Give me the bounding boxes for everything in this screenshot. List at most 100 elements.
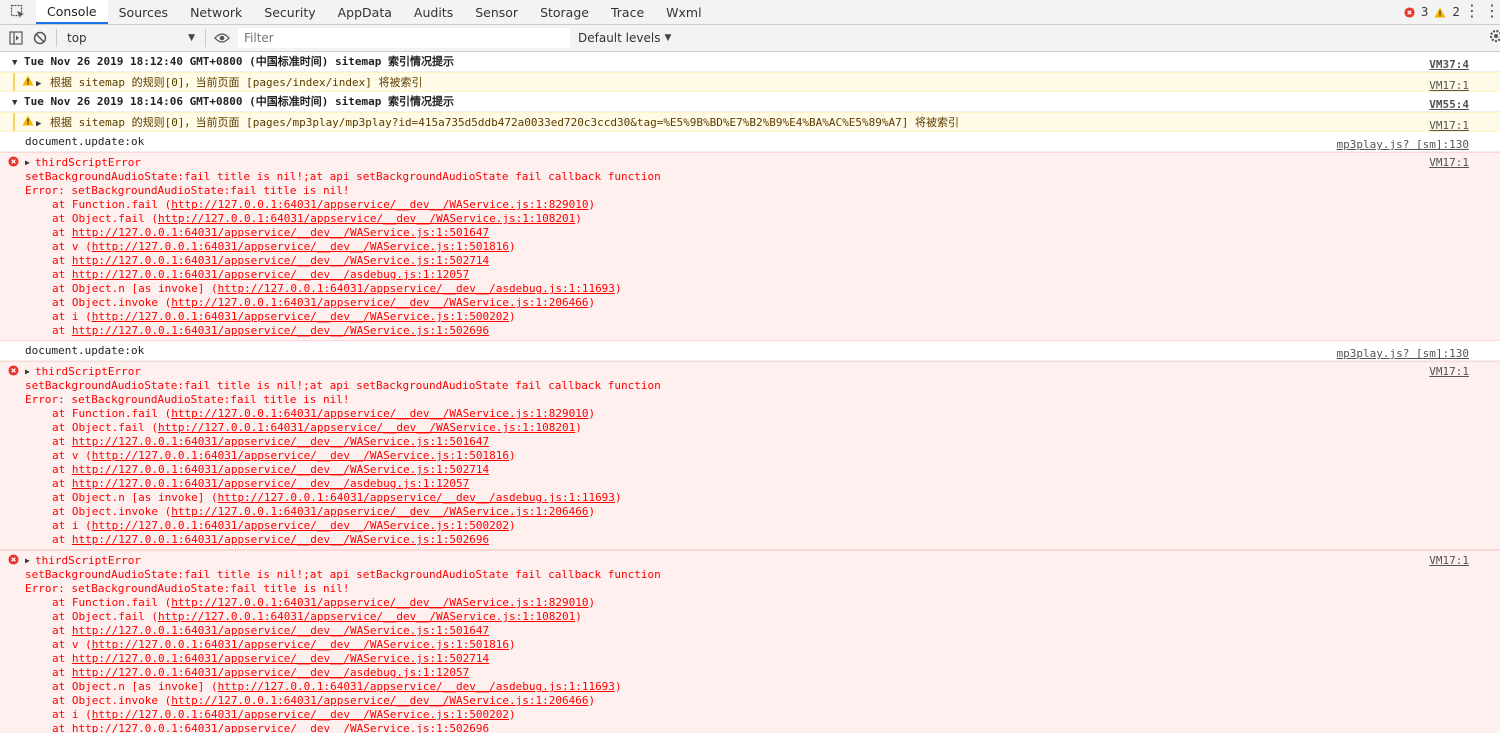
inspect-element-icon[interactable] bbox=[0, 0, 36, 24]
stack-frame-link[interactable]: http://127.0.0.1:64031/appservice/__dev_… bbox=[171, 407, 588, 420]
stack-frame-prefix: at Object.invoke ( bbox=[52, 296, 172, 309]
stack-frame-link[interactable]: http://127.0.0.1:64031/appservice/__dev_… bbox=[171, 596, 588, 609]
stack-frame-prefix: at i ( bbox=[52, 519, 92, 532]
stack-frame-link[interactable]: http://127.0.0.1:64031/appservice/__dev_… bbox=[171, 694, 588, 707]
context-selector[interactable]: top ▼ bbox=[61, 28, 201, 48]
stack-frame-link[interactable]: http://127.0.0.1:64031/appservice/__dev_… bbox=[158, 610, 575, 623]
stack-frame: at http://127.0.0.1:64031/appservice/__d… bbox=[25, 268, 1500, 282]
stack-frame-prefix: at Function.fail ( bbox=[52, 596, 172, 609]
stack-frame-prefix: at bbox=[52, 666, 72, 679]
triangle-right-icon[interactable]: ▶ bbox=[25, 156, 35, 170]
triangle-right-icon[interactable]: ▶ bbox=[25, 554, 35, 568]
tab-audits[interactable]: Audits bbox=[403, 0, 464, 24]
error-title-line[interactable]: ▶ thirdScriptError bbox=[25, 365, 1500, 379]
error-title: thirdScriptError bbox=[35, 156, 141, 169]
triangle-down-icon[interactable]: ▼ bbox=[12, 93, 24, 113]
stack-frame-link[interactable]: http://127.0.0.1:64031/appservice/__dev_… bbox=[72, 722, 489, 733]
stack-frame-link[interactable]: http://127.0.0.1:64031/appservice/__dev_… bbox=[92, 519, 509, 532]
stack-frame-prefix: at Object.n [as invoke] ( bbox=[52, 491, 218, 504]
more-options-icon[interactable]: ⋮ bbox=[1464, 3, 1480, 19]
show-sidebar-icon[interactable] bbox=[4, 27, 28, 49]
error-message-line: setBackgroundAudioState:fail title is ni… bbox=[25, 568, 661, 581]
stack-frame-link[interactable]: http://127.0.0.1:64031/appservice/__dev_… bbox=[72, 324, 489, 337]
log-levels-dropdown[interactable]: Default levels ▼ bbox=[578, 31, 671, 45]
stack-frame-link[interactable]: http://127.0.0.1:64031/appservice/__dev_… bbox=[72, 463, 489, 476]
console-group-header[interactable]: ▼ Tue Nov 26 2019 18:12:40 GMT+0800 (中国标准… bbox=[0, 52, 1500, 72]
console-error-message: VM17:1 ▶ thirdScriptError setBackgroundAudi… bbox=[0, 361, 1500, 550]
stack-frame-link[interactable]: http://127.0.0.1:64031/appservice/__dev_… bbox=[72, 268, 469, 281]
stack-frame-prefix: at i ( bbox=[52, 310, 92, 323]
filter-input[interactable] bbox=[238, 28, 570, 48]
tab-sensor[interactable]: Sensor bbox=[464, 0, 529, 24]
tab-security[interactable]: Security bbox=[253, 0, 326, 24]
error-title-line[interactable]: ▶ thirdScriptError bbox=[25, 156, 1500, 170]
console-log-message: document.update:ok mp3play.js? [sm]:130 bbox=[0, 341, 1500, 361]
source-link[interactable]: VM17:1 bbox=[1429, 156, 1469, 169]
stack-frame-link[interactable]: http://127.0.0.1:64031/appservice/__dev_… bbox=[92, 449, 509, 462]
stack-frame-link[interactable]: http://127.0.0.1:64031/appservice/__dev_… bbox=[218, 491, 615, 504]
group-title: Tue Nov 26 2019 18:14:06 GMT+0800 (中国标准时… bbox=[24, 95, 455, 108]
chevron-down-icon: ▼ bbox=[664, 33, 672, 43]
stack-frame-link[interactable]: http://127.0.0.1:64031/appservice/__dev_… bbox=[72, 666, 469, 679]
console-toolbar: top ▼ Default levels ▼ bbox=[0, 25, 1500, 52]
stack-frame-link[interactable]: http://127.0.0.1:64031/appservice/__dev_… bbox=[171, 296, 588, 309]
stack-frame-link[interactable]: http://127.0.0.1:64031/appservice/__dev_… bbox=[72, 624, 489, 637]
stack-frame-prefix: at Object.n [as invoke] ( bbox=[52, 282, 218, 295]
stack-frame-prefix: at v ( bbox=[52, 449, 92, 462]
stack-frame-link[interactable]: http://127.0.0.1:64031/appservice/__dev_… bbox=[171, 505, 588, 518]
triangle-down-icon[interactable]: ▼ bbox=[12, 53, 24, 73]
stack-frame-suffix: ) bbox=[575, 610, 582, 623]
console-output: ▼ Tue Nov 26 2019 18:12:40 GMT+0800 (中国标准… bbox=[0, 52, 1500, 733]
issue-counters[interactable]: 3 2 bbox=[1404, 0, 1460, 24]
stack-frame-link[interactable]: http://127.0.0.1:64031/appservice/__dev_… bbox=[158, 212, 575, 225]
error-icon bbox=[8, 554, 19, 568]
stack-frame-link[interactable]: http://127.0.0.1:64031/appservice/__dev_… bbox=[92, 310, 509, 323]
tab-wxml[interactable]: Wxml bbox=[655, 0, 712, 24]
tab-appdata[interactable]: AppData bbox=[327, 0, 403, 24]
stack-frame: at i (http://127.0.0.1:64031/appservice/… bbox=[25, 310, 1500, 324]
stack-frame-link[interactable]: http://127.0.0.1:64031/appservice/__dev_… bbox=[92, 240, 509, 253]
warning-count-icon bbox=[1434, 7, 1446, 17]
stack-frame-link[interactable]: http://127.0.0.1:64031/appservice/__dev_… bbox=[72, 254, 489, 267]
source-link[interactable]: VM17:1 bbox=[1429, 365, 1469, 378]
chevron-down-icon: ▼ bbox=[188, 33, 195, 43]
console-group-header[interactable]: ▼ Tue Nov 26 2019 18:14:06 GMT+0800 (中国标准… bbox=[0, 92, 1500, 112]
tab-console[interactable]: Console bbox=[36, 0, 108, 24]
stack-frame-prefix: at bbox=[52, 533, 72, 546]
stack-frame-prefix: at bbox=[52, 268, 72, 281]
stack-frame: at v (http://127.0.0.1:64031/appservice/… bbox=[25, 449, 1500, 463]
stack-frame-suffix: ) bbox=[614, 491, 622, 504]
stack-frame-suffix: ) bbox=[508, 240, 516, 253]
tab-storage[interactable]: Storage bbox=[529, 0, 600, 24]
clear-console-icon[interactable] bbox=[28, 27, 52, 49]
stack-frame: at i (http://127.0.0.1:64031/appservice/… bbox=[25, 519, 1500, 533]
triangle-right-icon[interactable]: ▶ bbox=[36, 74, 50, 94]
stack-frame-link[interactable]: http://127.0.0.1:64031/appservice/__dev_… bbox=[158, 421, 575, 434]
error-title-line[interactable]: ▶ thirdScriptError bbox=[25, 554, 1500, 568]
triangle-right-icon[interactable]: ▶ bbox=[36, 114, 50, 134]
console-settings-gear-icon[interactable] bbox=[1488, 29, 1500, 46]
stack-frame-link[interactable]: http://127.0.0.1:64031/appservice/__dev_… bbox=[72, 652, 489, 665]
stack-frame-link[interactable]: http://127.0.0.1:64031/appservice/__dev_… bbox=[72, 226, 489, 239]
error-title: thirdScriptError bbox=[35, 365, 141, 378]
tab-sources[interactable]: Sources bbox=[108, 0, 179, 24]
source-link[interactable]: VM17:1 bbox=[1429, 554, 1469, 567]
stack-frame-link[interactable]: http://127.0.0.1:64031/appservice/__dev_… bbox=[218, 282, 615, 295]
eye-icon[interactable] bbox=[210, 27, 234, 49]
stack-frame-prefix: at Object.n [as invoke] ( bbox=[52, 680, 218, 693]
customize-devtools-icon[interactable]: ⋮ bbox=[1484, 3, 1500, 19]
stack-frame: at Object.n [as invoke] (http://127.0.0.… bbox=[25, 680, 1500, 694]
stack-frame-link[interactable]: http://127.0.0.1:64031/appservice/__dev_… bbox=[92, 638, 509, 651]
stack-frame-link[interactable]: http://127.0.0.1:64031/appservice/__dev_… bbox=[72, 435, 489, 448]
stack-frame-suffix: ) bbox=[575, 421, 582, 434]
stack-frame-link[interactable]: http://127.0.0.1:64031/appservice/__dev_… bbox=[72, 477, 469, 490]
error-count-icon bbox=[1404, 6, 1415, 18]
tab-trace[interactable]: Trace bbox=[600, 0, 655, 24]
tab-network[interactable]: Network bbox=[179, 0, 253, 24]
stack-frame-link[interactable]: http://127.0.0.1:64031/appservice/__dev_… bbox=[218, 680, 615, 693]
stack-frame-link[interactable]: http://127.0.0.1:64031/appservice/__dev_… bbox=[72, 533, 489, 546]
triangle-right-icon[interactable]: ▶ bbox=[25, 365, 35, 379]
stack-frame-link[interactable]: http://127.0.0.1:64031/appservice/__dev_… bbox=[92, 708, 509, 721]
stack-frame: at http://127.0.0.1:64031/appservice/__d… bbox=[25, 652, 1500, 666]
stack-frame-link[interactable]: http://127.0.0.1:64031/appservice/__dev_… bbox=[171, 198, 588, 211]
